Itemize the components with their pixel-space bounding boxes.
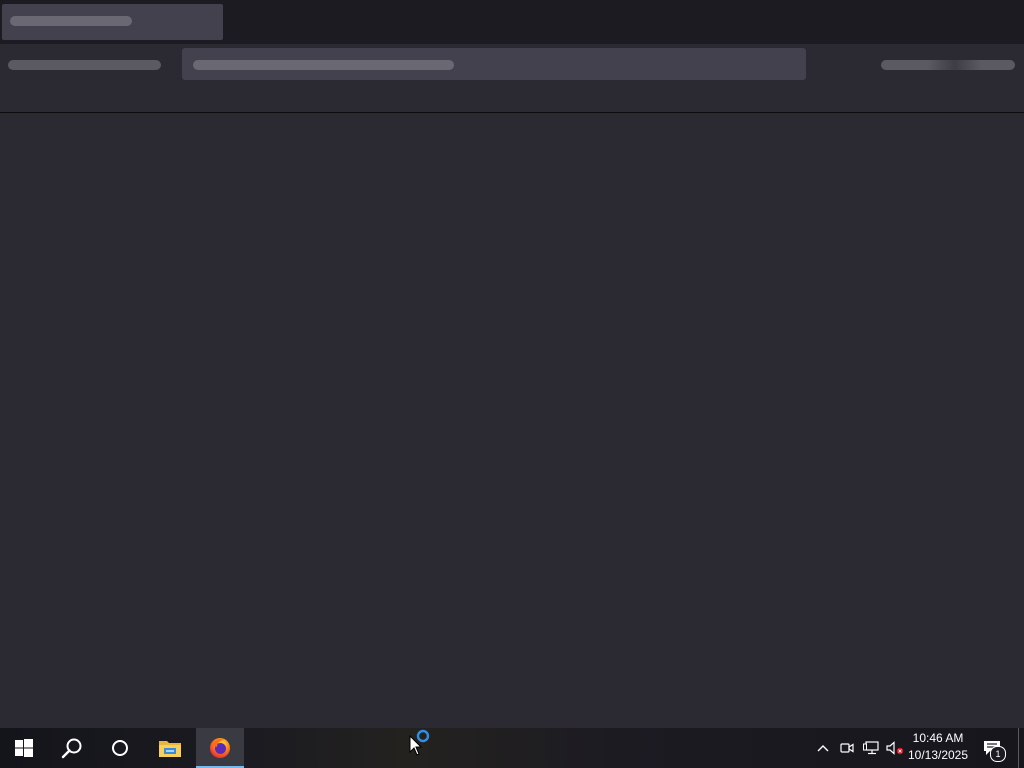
notification-count-badge: 1 [990, 746, 1006, 762]
taskbar: 10:46 AM 10/13/2025 [0, 728, 1024, 768]
folder-icon [159, 741, 181, 757]
chevron-up-icon [817, 745, 829, 752]
cortana-circle-icon [112, 740, 128, 756]
meet-now-icon [840, 743, 854, 753]
browser-toolbar [0, 44, 1024, 113]
search-icon [61, 738, 82, 759]
firefox-icon [210, 738, 230, 758]
browser-tab-strip [0, 0, 1024, 44]
file-explorer-button[interactable] [146, 728, 194, 768]
volume-button[interactable] [884, 728, 906, 768]
search-button[interactable] [48, 728, 96, 768]
address-bar-text-placeholder [193, 60, 454, 70]
screen: 10:46 AM 10/13/2025 1 [0, 0, 1024, 768]
meet-now-button[interactable] [836, 728, 858, 768]
start-button[interactable] [0, 728, 48, 768]
address-bar[interactable] [182, 48, 806, 80]
nav-buttons-placeholder [8, 60, 161, 70]
clock-date: 10/13/2025 [907, 748, 969, 762]
tab-title-placeholder [10, 16, 132, 26]
show-hidden-icons-button[interactable] [812, 728, 834, 768]
network-button[interactable] [860, 728, 882, 768]
network-icon [863, 741, 879, 755]
mouse-cursor-icon [409, 735, 423, 756]
page-content [0, 113, 1024, 728]
windows-logo-icon [15, 739, 33, 757]
volume-muted-icon [886, 741, 904, 755]
toolbar-actions-placeholder [881, 60, 1015, 70]
show-desktop-button[interactable] [1018, 728, 1019, 768]
clock-time: 10:46 AM [912, 731, 964, 745]
cortana-button[interactable] [96, 728, 144, 768]
clock[interactable]: 10:46 AM 10/13/2025 [906, 730, 970, 766]
browser-tab[interactable] [2, 4, 223, 40]
firefox-button[interactable] [196, 728, 244, 768]
